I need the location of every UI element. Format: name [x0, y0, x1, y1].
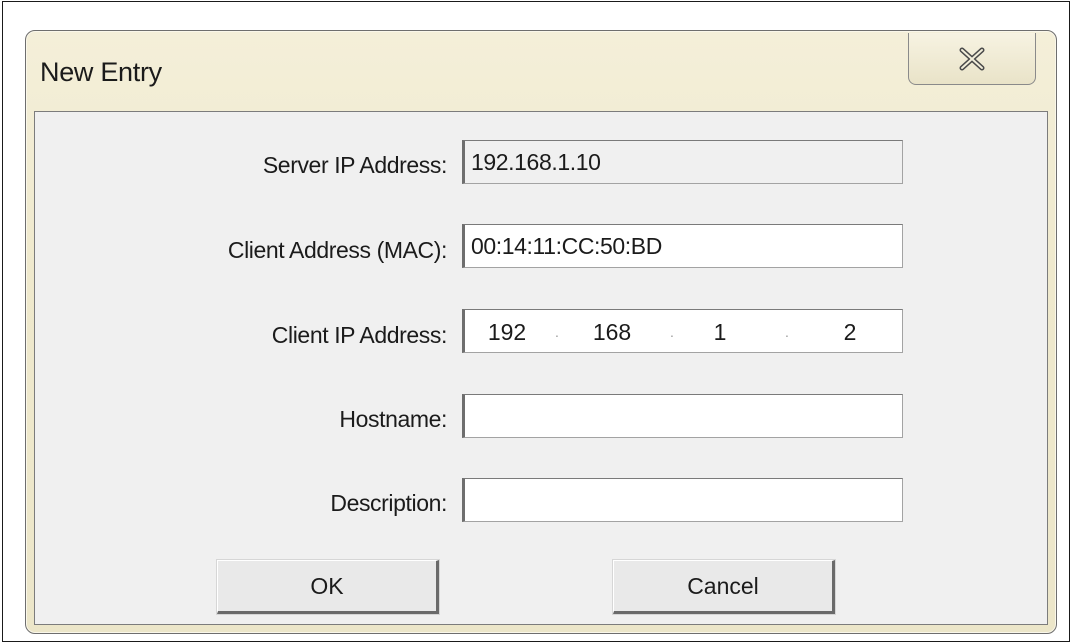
server-ip-label: Server IP Address: [262, 152, 448, 178]
description-field[interactable] [462, 478, 903, 522]
new-entry-dialog: New Entry Server IP Address: Client Addr… [25, 30, 1057, 634]
ip-dot-1: . [555, 324, 559, 340]
ok-button[interactable]: OK [217, 560, 439, 614]
hostname-label: Hostname: [339, 406, 447, 432]
dialog-title: New Entry [40, 57, 162, 87]
ip-octet-4[interactable]: 2 [820, 319, 880, 346]
ip-octet-2[interactable]: 168 [582, 319, 642, 346]
description-label: Description: [330, 490, 447, 516]
close-button[interactable] [908, 33, 1036, 85]
ip-dot-2: . [670, 324, 674, 340]
mac-label: Client Address (MAC): [227, 237, 448, 263]
ip-dot-3: . [785, 324, 789, 340]
server-ip-field[interactable] [462, 140, 903, 184]
screenshot-frame: New Entry Server IP Address: Client Addr… [2, 1, 1070, 642]
ip-octet-1[interactable]: 192 [477, 319, 537, 346]
close-x-icon [959, 47, 985, 70]
client-ip-field[interactable]: 192 . 168 . 1 . 2 [462, 309, 903, 353]
ip-octet-3[interactable]: 1 [690, 319, 750, 346]
mac-address-field[interactable] [462, 224, 903, 268]
dialog-body: Server IP Address: Client Address (MAC):… [34, 111, 1048, 625]
client-ip-label: Client IP Address: [271, 322, 448, 348]
hostname-field[interactable] [462, 394, 903, 438]
cancel-button[interactable]: Cancel [613, 560, 835, 614]
